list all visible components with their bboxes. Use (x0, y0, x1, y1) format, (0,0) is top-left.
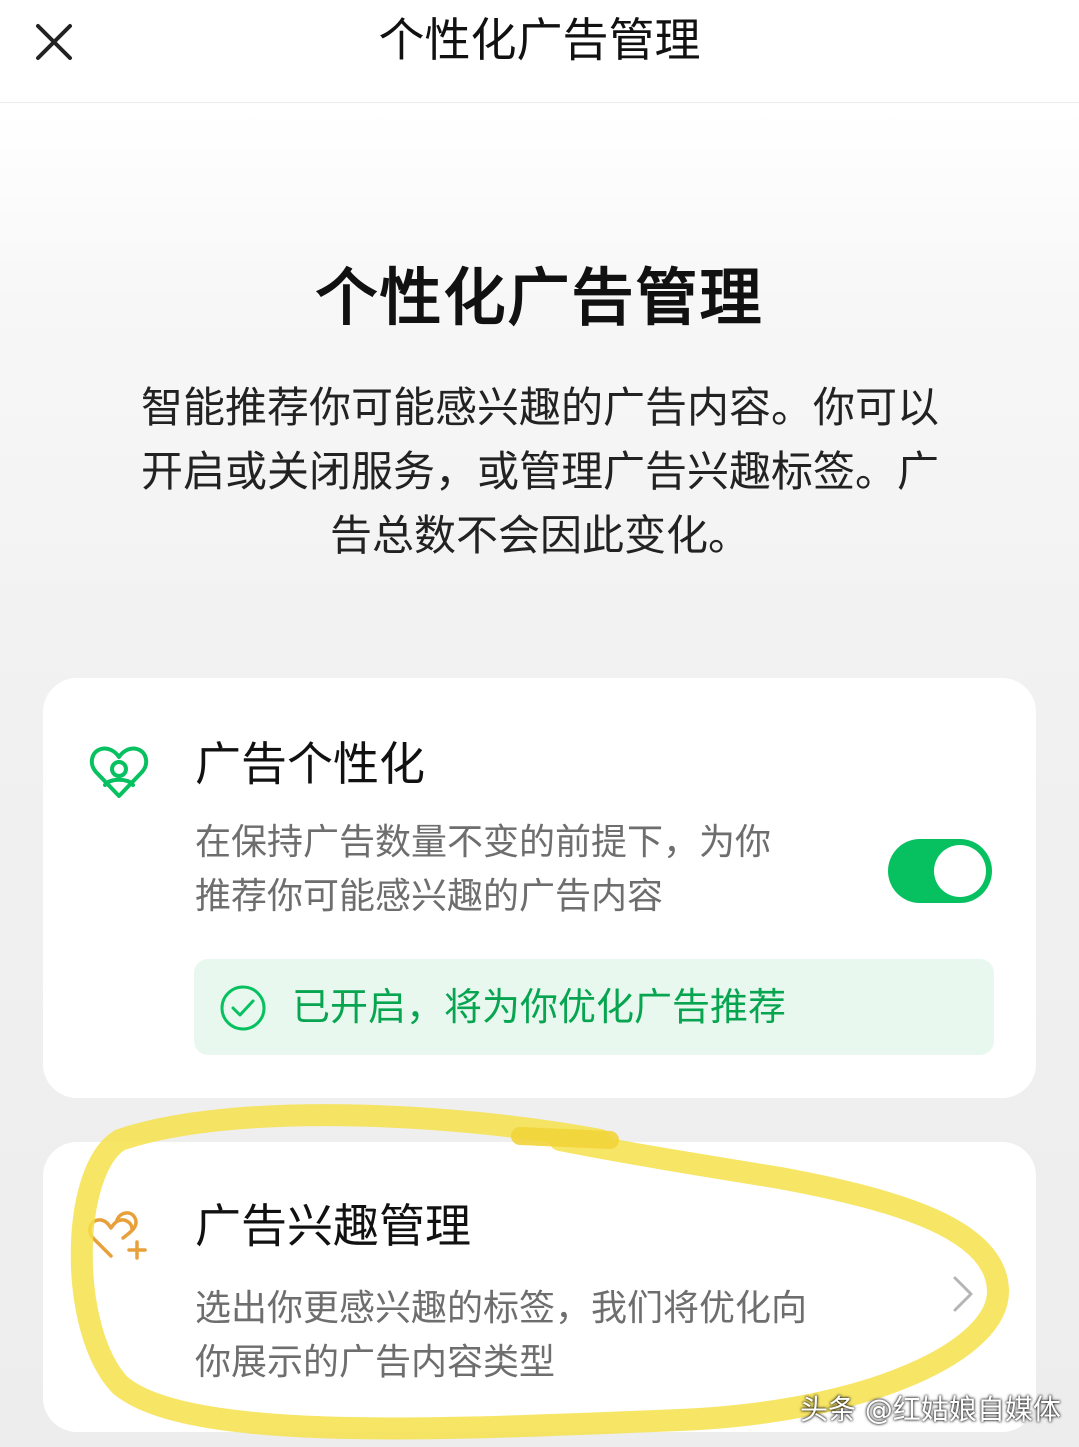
ad-personalization-card: 广告个性化 在保持广告数量不变的前提下，为你 推荐你可能感兴趣的广告内容 已开启… (43, 678, 1036, 1098)
top-bar: 个性化广告管理 (0, 0, 1079, 103)
toggle-knob (934, 845, 986, 897)
ad-personalization-title: 广告个性化 (195, 737, 425, 791)
page-title: 个性化广告管理 (378, 13, 701, 67)
description-line: 推荐你可能感兴趣的广告内容 (195, 876, 664, 917)
hero-title: 个性化广告管理 (315, 261, 764, 334)
heart-person-icon (89, 746, 149, 798)
watermark: 头条 @红姑娘自媒体 (800, 1393, 1061, 1426)
hero-description-line: 告总数不会因此变化。 (329, 511, 750, 560)
check-circle-icon (220, 985, 266, 1031)
ad-personalization-toggle[interactable] (888, 839, 992, 903)
description-line: 在保持广告数量不变的前提下，为你 (195, 822, 772, 863)
hearts-plus-icon (88, 1211, 147, 1260)
description-line: 你展示的广告内容类型 (195, 1342, 556, 1383)
hero-description: 智能推荐你可能感兴趣的广告内容。你可以 开启或关闭服务，或管理广告兴趣标签。广 … (100, 376, 980, 568)
description-line: 选出你更感兴趣的标签，我们将优化向 (195, 1288, 808, 1329)
status-banner: 已开启，将为你优化广告推荐 (194, 959, 994, 1055)
hero-description-line: 智能推荐你可能感兴趣的广告内容。你可以 (140, 383, 939, 432)
chevron-right-icon[interactable] (943, 1270, 983, 1318)
ad-interest-title: 广告兴趣管理 (195, 1199, 471, 1253)
ad-interest-description: 选出你更感兴趣的标签，我们将优化向 你展示的广告内容类型 (195, 1282, 835, 1390)
ad-interest-card[interactable]: 广告兴趣管理 选出你更感兴趣的标签，我们将优化向 你展示的广告内容类型 (43, 1142, 1036, 1432)
status-text: 已开启，将为你优化广告推荐 (292, 985, 787, 1029)
ad-personalization-description: 在保持广告数量不变的前提下，为你 推荐你可能感兴趣的广告内容 (195, 816, 835, 924)
hero-description-line: 开启或关闭服务，或管理广告兴趣标签。广 (140, 447, 939, 496)
